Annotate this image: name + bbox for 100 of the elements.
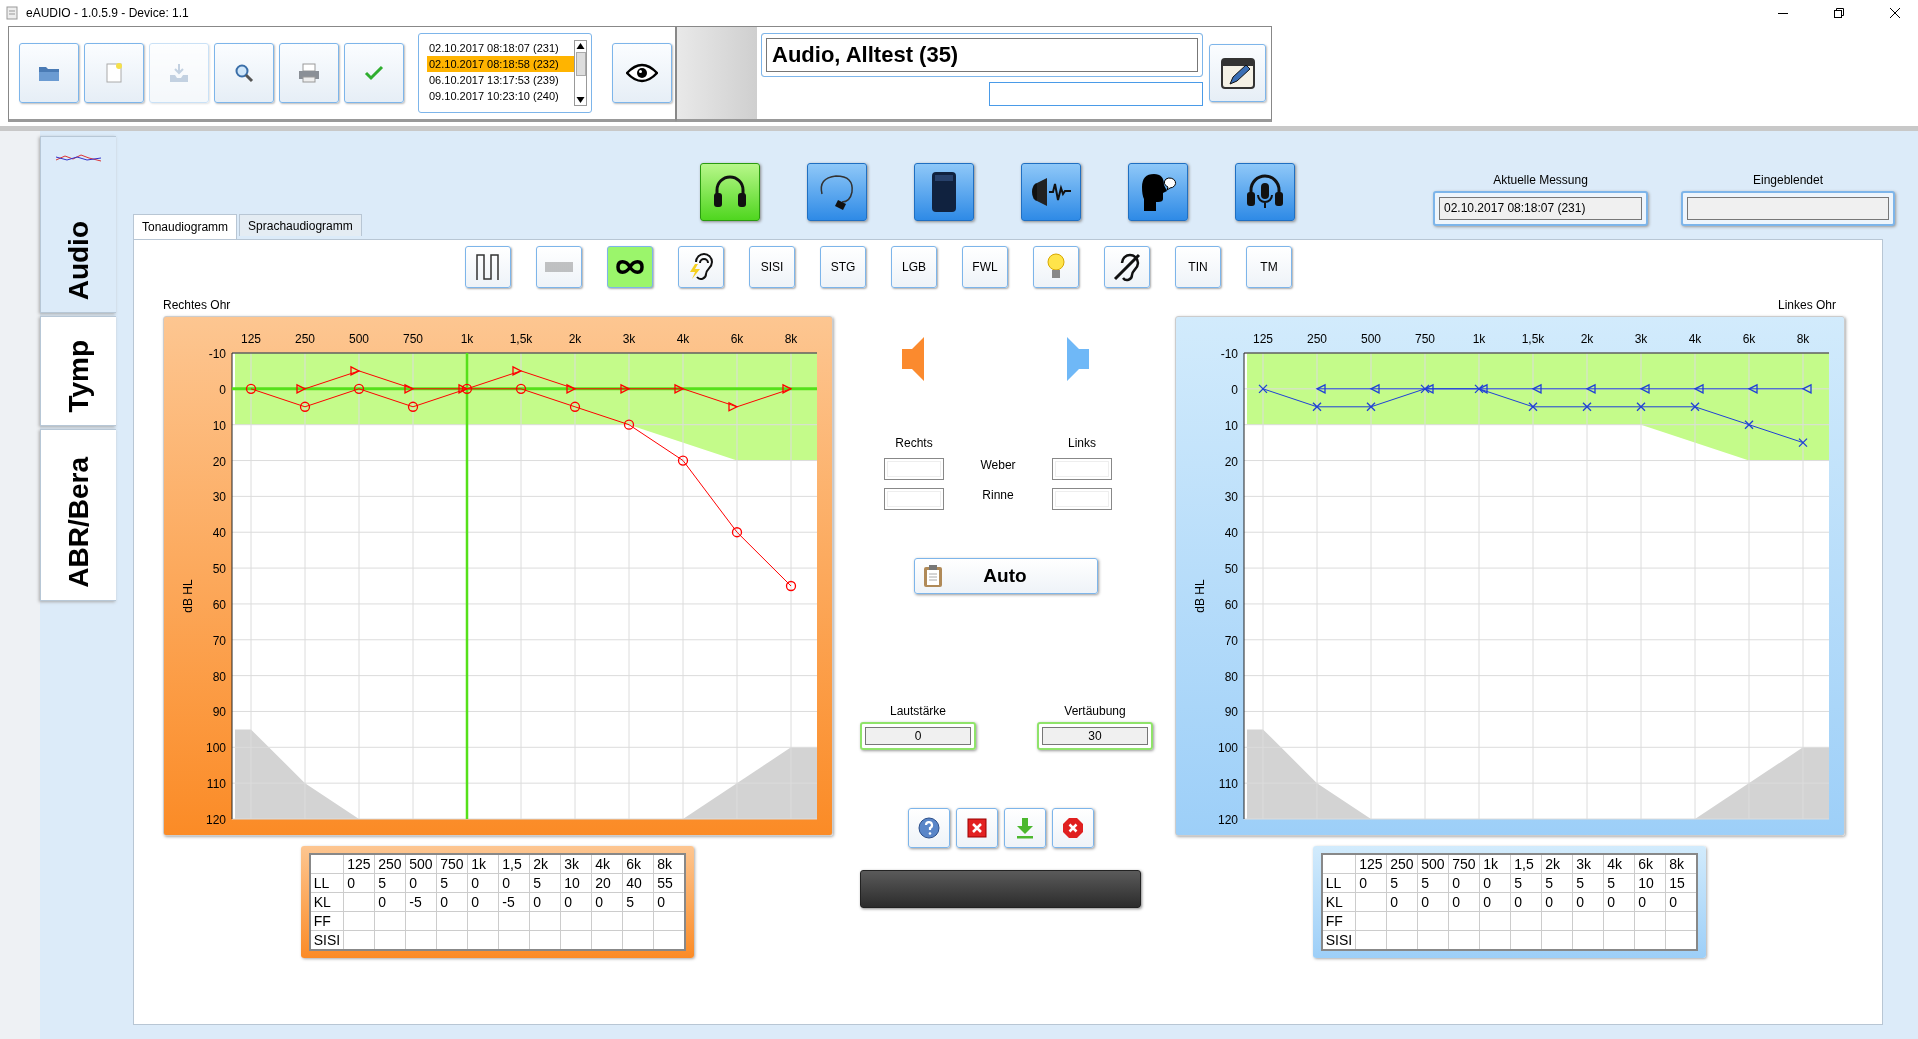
folder-icon <box>38 64 60 82</box>
table-cell: 0 <box>1355 873 1387 893</box>
input-field[interactable] <box>884 458 944 480</box>
side-tab[interactable]: Tymp <box>40 316 116 426</box>
measurement-item[interactable]: 06.10.2017 13:17:53 (239) <box>427 72 574 88</box>
row-header: FF <box>1321 911 1356 931</box>
y-tick-label: 120 <box>205 813 226 827</box>
table-cell: 0 <box>1448 892 1480 912</box>
y-tick-label: 80 <box>212 669 226 684</box>
table-cell: 0 <box>1541 892 1573 912</box>
data-marker <box>1693 383 1704 394</box>
overlay-field[interactable] <box>1681 191 1895 226</box>
scroll-thumb[interactable] <box>575 52 586 76</box>
row-label: Rinne <box>982 488 1014 502</box>
toolbar-button[interactable] <box>279 43 339 103</box>
restore-icon[interactable] <box>1834 8 1844 18</box>
edit-button[interactable] <box>1209 44 1266 102</box>
input-field[interactable] <box>884 488 944 510</box>
scrollbar[interactable] <box>574 40 587 106</box>
y-tick-label: 90 <box>212 705 226 720</box>
help-button[interactable] <box>908 808 950 848</box>
tool-button[interactable] <box>465 246 511 288</box>
measurement-item[interactable]: 02.10.2017 08:18:07 (231) <box>427 40 574 56</box>
ear-label: Linkes Ohr <box>1777 298 1836 314</box>
data-marker <box>1365 402 1376 412</box>
view-button[interactable] <box>612 43 672 103</box>
side-tab[interactable]: ABR/Bera <box>40 429 116 601</box>
x-tick-label: 500 <box>348 332 369 346</box>
x-tick-label: 1,5k <box>1521 332 1544 346</box>
data-marker <box>673 383 684 394</box>
tool-button[interactable]: FWL <box>962 246 1008 288</box>
data-marker <box>457 383 468 394</box>
delete-button[interactable] <box>956 808 998 848</box>
cancel-button[interactable] <box>1052 808 1094 848</box>
table-cell: 5 <box>436 873 468 893</box>
current-measurement-field[interactable]: 02.10.2017 08:18:07 (231) <box>1433 191 1648 226</box>
column-header: 3k <box>1572 854 1604 874</box>
mode-button[interactable] <box>914 163 974 221</box>
tool-button[interactable]: TIN <box>1175 246 1221 288</box>
y-tick-label: 30 <box>1224 490 1238 505</box>
x-tick-label: 250 <box>1306 332 1327 346</box>
y-tick-label: 90 <box>1224 705 1238 720</box>
y-tick-label: 80 <box>1224 669 1238 684</box>
axis-label: dB HL <box>180 579 195 613</box>
x-tick-label: 2k <box>1580 332 1593 346</box>
tab[interactable]: Tonaudiogramm <box>133 214 238 239</box>
tool-button[interactable]: SISI <box>749 246 795 288</box>
column-header: 250 <box>1386 854 1418 874</box>
y-tick-label: 100 <box>205 741 226 756</box>
table-cell: 0 <box>560 892 592 912</box>
table-cell: 0 <box>343 873 375 893</box>
input-field[interactable] <box>1052 488 1112 510</box>
volume-field[interactable]: 0 <box>860 722 976 750</box>
column-header: 1k <box>467 854 499 874</box>
clipboard-icon <box>923 564 943 588</box>
data-marker <box>1423 383 1434 394</box>
scroll-up-icon[interactable] <box>576 42 585 50</box>
mode-button[interactable] <box>1235 163 1295 221</box>
mode-button[interactable] <box>1021 163 1081 221</box>
y-tick-label: 70 <box>1224 633 1238 648</box>
mode-button[interactable] <box>700 163 760 221</box>
data-marker <box>619 383 630 394</box>
tool-button[interactable] <box>1104 246 1150 288</box>
data-marker <box>515 383 526 394</box>
measurement-item[interactable]: 02.10.2017 08:18:58 (232) <box>427 56 574 72</box>
auto-button[interactable]: Auto <box>914 558 1098 594</box>
column-header: 1,5 <box>498 854 530 874</box>
patient-name-field[interactable]: Audio, Alltest (35) <box>761 33 1203 77</box>
data-marker <box>295 383 306 394</box>
column-header: 1k <box>1479 854 1511 874</box>
mode-button[interactable] <box>1128 163 1188 221</box>
tab[interactable]: Sprachaudiogramm <box>239 214 362 236</box>
window-title: eAUDIO - 1.0.5.9 - Device: 1.1 <box>26 6 189 20</box>
infinity-icon <box>615 258 645 276</box>
tool-button[interactable]: LGB <box>891 246 937 288</box>
input-field[interactable] <box>1052 458 1112 480</box>
x-tick-label: 6k <box>730 332 743 346</box>
table-cell: 0 <box>374 892 406 912</box>
tool-button[interactable]: TM <box>1246 246 1292 288</box>
input-field[interactable] <box>989 82 1203 106</box>
scroll-down-icon[interactable] <box>576 96 585 104</box>
tool-button[interactable] <box>678 246 724 288</box>
table-cell: 0 <box>1417 892 1449 912</box>
tool-button[interactable]: STG <box>820 246 866 288</box>
tool-button[interactable] <box>607 246 653 288</box>
toolbar-button[interactable] <box>19 43 79 103</box>
table-cell: 5 <box>1417 873 1449 893</box>
download-button[interactable] <box>1004 808 1046 848</box>
close-icon[interactable] <box>1890 8 1900 18</box>
data-marker <box>569 401 580 412</box>
data-marker <box>677 455 688 466</box>
mode-button[interactable] <box>807 163 867 221</box>
ear-label: Rechtes Ohr <box>163 298 231 314</box>
x-tick-label: 1k <box>1472 332 1485 346</box>
masking-field[interactable]: 30 <box>1037 722 1153 750</box>
measurement-item[interactable]: 09.10.2017 10:23:10 (240) <box>427 88 574 104</box>
data-marker <box>1527 402 1538 412</box>
side-tab[interactable]: Audio <box>40 136 116 313</box>
data-marker <box>1419 384 1430 394</box>
toolbar-button[interactable] <box>214 43 274 103</box>
